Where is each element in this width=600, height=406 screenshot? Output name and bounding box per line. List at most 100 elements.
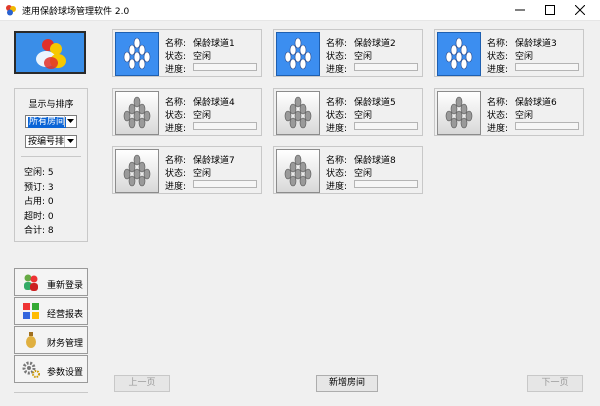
lane-card[interactable]: 名称: 保龄球道8 状态: 空闲 进度: — [273, 146, 423, 194]
lane-status-row: 状态: 空闲 — [165, 108, 211, 121]
lane-status-row: 状态: 空闲 — [326, 49, 372, 62]
lane-card[interactable]: 名称: 保龄球道1 状态: 空闲 进度: — [112, 29, 262, 77]
window-title: 速用保龄球场管理软件 2.0 — [22, 7, 130, 17]
progress-label: 进度: — [326, 65, 348, 75]
lane-card[interactable]: 名称: 保龄球道7 状态: 空闲 进度: — [112, 146, 262, 194]
title-bar: 速用保龄球场管理软件 2.0 — [0, 0, 600, 21]
stat-1: 预订: 3 — [24, 180, 54, 193]
stat-value: 5 — [47, 168, 54, 178]
lane-status: 空闲 — [515, 52, 534, 62]
name-label: 名称: — [326, 98, 348, 108]
next-page-button[interactable]: 下一页 — [527, 375, 583, 392]
progress-label: 进度: — [487, 124, 509, 134]
lane-name: 保龄球道6 — [515, 98, 557, 108]
room-filter-select[interactable]: 所有房间 — [25, 115, 77, 128]
progress-label: 进度: — [165, 182, 187, 192]
menu-item-users[interactable]: 重新登录 — [14, 268, 88, 296]
users-icon — [21, 272, 41, 292]
lane-status-row: 状态: 空闲 — [165, 49, 211, 62]
lane-name-row: 名称: 保龄球道6 — [487, 95, 557, 108]
app-logo-icon — [6, 5, 16, 16]
menu-item-gear[interactable]: 参数设置 — [14, 355, 88, 383]
chevron-down-icon — [64, 116, 76, 127]
stat-label: 合计 — [24, 226, 43, 236]
lane-progress-row: 进度: — [165, 121, 193, 134]
lane-card[interactable]: 名称: 保龄球道6 状态: 空闲 进度: — [434, 88, 584, 136]
status-label: 状态: — [487, 52, 509, 62]
stat-label: 超时 — [24, 211, 43, 222]
bowling-pins-icon[interactable] — [276, 32, 320, 76]
chevron-down-icon — [64, 136, 76, 147]
lane-name: 保龄球道4 — [193, 98, 235, 108]
menu-item-finance[interactable]: 财务管理 — [14, 326, 88, 354]
status-label: 状态: — [487, 111, 509, 121]
bowling-pins-icon[interactable] — [276, 149, 320, 193]
sort-select[interactable]: 按编号排 — [25, 135, 77, 148]
lane-progress-row: 进度: — [487, 121, 515, 134]
prev-page-button[interactable]: 上一页 — [114, 375, 170, 392]
bowling-pins-icon[interactable] — [115, 32, 159, 76]
menu-item-label: 财务管理 — [47, 339, 84, 349]
lane-status: 空闲 — [354, 52, 373, 62]
bowling-pins-icon[interactable] — [437, 91, 481, 135]
bowling-pins-icon[interactable] — [115, 91, 159, 135]
stat-label: 预订 — [24, 182, 43, 193]
stat-value: 8 — [47, 226, 54, 236]
menu-item-report[interactable]: 经营报表 — [14, 297, 88, 325]
minimize-icon — [515, 9, 525, 11]
name-label: 名称: — [487, 39, 509, 49]
lane-name-row: 名称: 保龄球道4 — [165, 95, 235, 108]
lane-progress-bar — [354, 63, 418, 71]
lane-name: 保龄球道7 — [193, 156, 235, 166]
progress-label: 进度: — [326, 182, 348, 192]
menu-item-label: 参数设置 — [47, 368, 84, 378]
lane-name-row: 名称: 保龄球道8 — [326, 153, 396, 166]
lane-card[interactable]: 名称: 保龄球道5 状态: 空闲 进度: — [273, 88, 423, 136]
lane-progress-bar — [515, 63, 579, 71]
bowling-pins-icon[interactable] — [115, 149, 159, 193]
lane-name: 保龄球道8 — [354, 156, 396, 166]
lane-name-row: 名称: 保龄球道2 — [326, 36, 396, 49]
progress-label: 进度: — [326, 124, 348, 134]
bowling-pins-icon[interactable] — [276, 91, 320, 135]
stat-value: 0 — [47, 197, 54, 207]
lane-status-row: 状态: 空闲 — [487, 49, 533, 62]
app-window: 速用保龄球场管理软件 2.0 显示与排序 所有房间 按编号排 空闲: 5 预订:… — [0, 0, 600, 406]
lane-card[interactable]: 名称: 保龄球道2 状态: 空闲进度: — [273, 29, 423, 77]
lane-name-row: 名称: 保龄球道3 — [487, 36, 557, 49]
lane-status-row: 状态: 空闲 — [326, 108, 372, 121]
minimize-button[interactable] — [505, 0, 535, 20]
lane-card[interactable]: 名称: 保龄球道4 状态: 空闲进度: — [112, 88, 262, 136]
lane-status: 空闲 — [193, 169, 212, 179]
bowling-pins-icon[interactable] — [437, 32, 481, 76]
lane-progress-row: 进度: — [487, 62, 515, 75]
lane-name: 保龄球道5 — [354, 98, 396, 108]
lane-name: 保龄球道2 — [354, 39, 396, 49]
display-sort-panel: 显示与排序 所有房间 按编号排 空闲: 5 预订: 3 占用: 0 超时: 0 合计: … — [14, 88, 88, 242]
progress-label: 进度: — [165, 124, 187, 134]
progress-label: 进度: — [165, 65, 187, 75]
lane-progress-bar — [193, 63, 257, 71]
lane-progress-bar — [354, 180, 418, 188]
name-label: 名称: — [326, 156, 348, 166]
lane-status-row: 状态: 空闲 — [165, 166, 211, 179]
stat-0: 空闲: 5 — [24, 165, 54, 178]
panel-title: 显示与排序 — [28, 100, 74, 110]
status-label: 状态: — [326, 111, 348, 121]
lane-card[interactable]: 名称: 保龄球道3 状态: 空闲 进度: — [434, 29, 584, 77]
maximize-icon — [545, 5, 555, 15]
report-icon — [21, 301, 41, 321]
stat-value: 3 — [47, 182, 54, 193]
name-label: 名称: — [487, 98, 509, 108]
lane-progress-row: 进度: — [326, 121, 354, 134]
maximize-button[interactable] — [535, 0, 565, 20]
panel-divider — [21, 156, 81, 157]
status-label: 状态: — [165, 52, 187, 62]
lane-progress-bar — [193, 122, 257, 130]
close-button[interactable] — [565, 0, 595, 20]
users-logo-icon — [36, 39, 66, 69]
status-label: 状态: — [326, 169, 348, 179]
gear-icon — [21, 359, 41, 379]
add-room-button[interactable]: 新增房间 — [316, 375, 378, 392]
lane-status: 空闲 — [354, 111, 373, 121]
